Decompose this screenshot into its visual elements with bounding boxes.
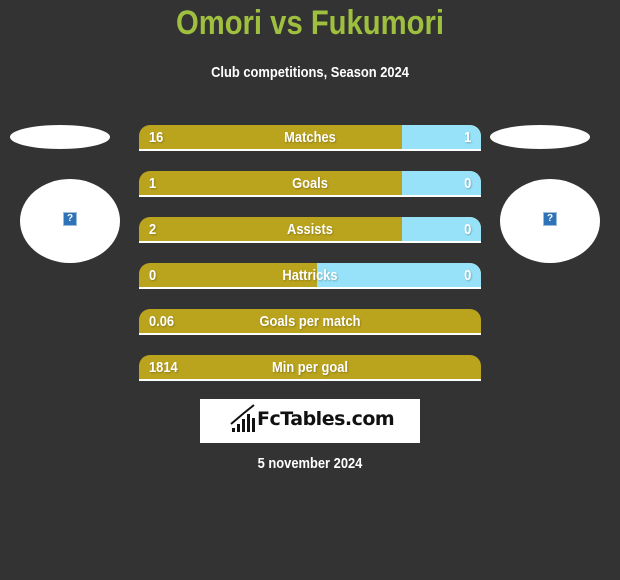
- missing-image-icon: ?: [543, 212, 557, 226]
- stat-label: Goals per match: [259, 313, 361, 330]
- stat-row-assists: 2 Assists 0: [139, 217, 481, 243]
- missing-image-icon: ?: [63, 212, 77, 226]
- page-title: Omori vs Fukumori: [175, 4, 445, 42]
- stat-row-matches: 16 Matches 1: [139, 125, 481, 151]
- left-player-avatar[interactable]: ?: [20, 179, 120, 263]
- stat-label: Assists: [287, 221, 333, 238]
- stat-label: Matches: [284, 129, 336, 146]
- right-player-avatar[interactable]: ?: [500, 179, 600, 263]
- left-player-name-placeholder: [10, 125, 110, 149]
- right-value: 0: [463, 175, 471, 192]
- stat-row-hattricks: 0 Hattricks 0: [139, 263, 481, 289]
- right-player-name-placeholder: [490, 125, 590, 149]
- left-value: 16: [149, 129, 164, 146]
- stat-row-min-per-goal: 1814 Min per goal: [139, 355, 481, 381]
- subtitle: Club competitions, Season 2024: [211, 64, 409, 81]
- stat-label: Goals: [292, 175, 328, 192]
- stat-label: Min per goal: [272, 359, 348, 376]
- stat-row-goals: 1 Goals 0: [139, 171, 481, 197]
- stat-row-goals-per-match: 0.06 Goals per match: [139, 309, 481, 335]
- right-value: 0: [463, 267, 471, 284]
- stat-label: Hattricks: [282, 267, 338, 284]
- left-value: 0: [149, 267, 157, 284]
- right-value: 1: [463, 129, 471, 146]
- logo-text: FcTables.com: [257, 408, 395, 430]
- date-label: 5 november 2024: [257, 455, 363, 472]
- bar-chart-logo-icon: [230, 404, 255, 432]
- left-value: 1: [149, 175, 157, 192]
- right-value: 0: [463, 221, 471, 238]
- fctables-logo[interactable]: FcTables.com: [200, 399, 420, 443]
- left-value: 2: [149, 221, 157, 238]
